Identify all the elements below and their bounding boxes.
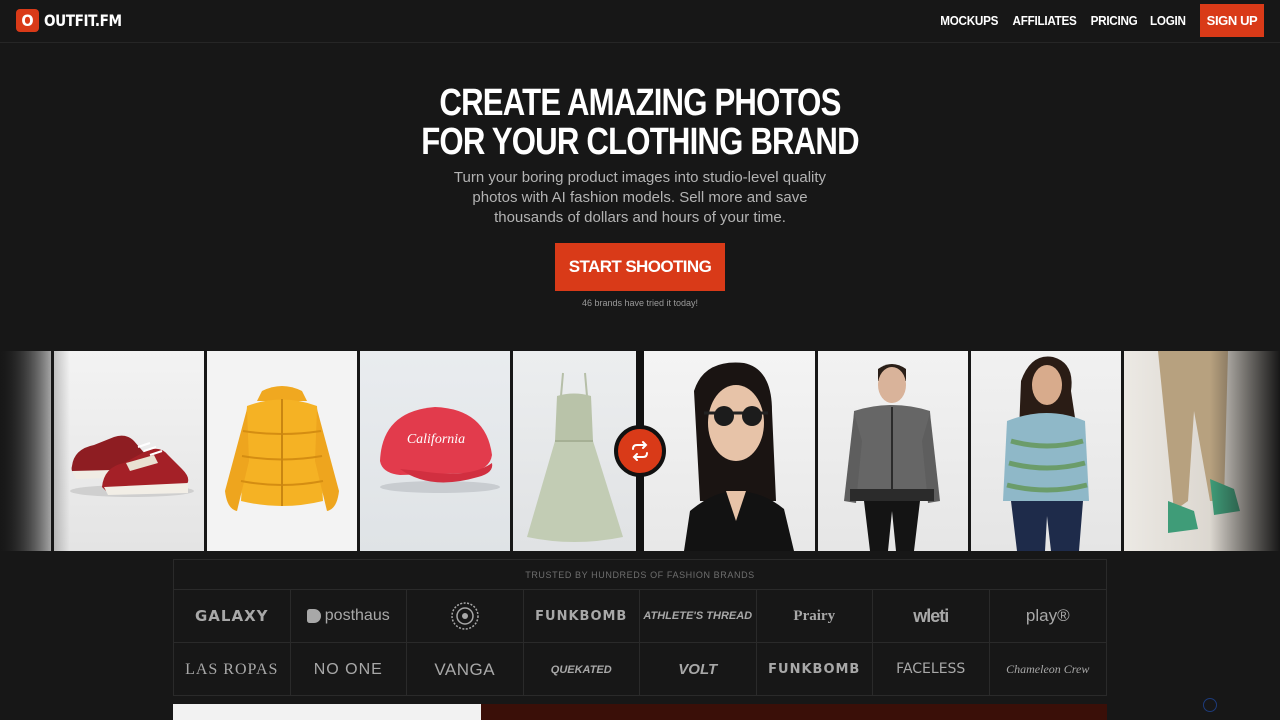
nav-pricing[interactable]: PRICING (1091, 13, 1138, 28)
brands-tried-note: 46 brands have tried it today! (581, 298, 699, 308)
swap-arrows-icon (632, 441, 648, 461)
trusted-brands-section: TRUSTED BY HUNDREDS OF FASHION BRANDS GA… (173, 559, 1107, 696)
product-jacket-image (207, 351, 357, 551)
nav-mockups[interactable]: MOCKUPS (940, 13, 998, 28)
brand-logo-athletes-thread: ATHLETE'S THREAD (640, 590, 757, 643)
nav-links: MOCKUPS AFFILIATES PRICING LOGIN SIGN UP (929, 4, 1264, 37)
model-woman-sweater-image (971, 351, 1121, 551)
top-nav: O OUTFIT.FM MOCKUPS AFFILIATES PRICING L… (0, 0, 1280, 43)
brand-logo-vanga: VANGA (407, 643, 524, 696)
brand-logo-funkbomb-2: FUNKBOMB (757, 643, 873, 696)
brand-logo-volt: VOLT (640, 643, 757, 696)
nav-login[interactable]: LOGIN (1150, 13, 1186, 28)
trusted-title: TRUSTED BY HUNDREDS OF FASHION BRANDS (525, 570, 755, 580)
brand-logo-grid: GALAXY posthaus FUNKBOMB ATHLETE'S THREA… (174, 589, 1106, 696)
brand-logo-posthaus-text: posthaus (324, 607, 390, 624)
hero-title-line2: FOR YOUR CLOTHING BRAND (421, 121, 859, 163)
next-section-panel-right (481, 704, 1107, 720)
brand-logo-funkbomb: FUNKBOMB (523, 590, 640, 643)
brand-logo-no-one: NO ONE (291, 643, 407, 696)
brand-logo-las-ropas: LAS ROPAS (174, 643, 291, 696)
logo-mark: O (16, 9, 39, 32)
cap-text: California (407, 432, 465, 447)
brand-logo-posthaus: posthaus (290, 590, 407, 643)
brand-logo-play: play® (989, 590, 1106, 643)
signup-button[interactable]: SIGN UP (1200, 4, 1264, 37)
brand-logo-chameleon-crew: Chameleon Crew (1006, 662, 1090, 676)
logo-text: OUTFIT.FM (44, 11, 122, 30)
model-woman-blazer-image (644, 351, 815, 551)
brand-logo-emblem (407, 590, 524, 643)
brand-logo-quekated: QUEKATED (524, 643, 640, 696)
hero-title: CREATE AMAZING PHOTOS FOR YOUR CLOTHING … (115, 84, 1165, 162)
logo[interactable]: O OUTFIT.FM (16, 9, 135, 32)
product-cap-image: California (360, 351, 510, 551)
posthaus-mark-icon (306, 609, 321, 623)
hero-subtitle: Turn your boring product images into stu… (453, 169, 827, 226)
model-man-cardigan-image (818, 351, 968, 551)
start-shooting-button[interactable]: START SHOOTING (555, 243, 725, 291)
product-sneakers-image (54, 351, 204, 551)
hero-title-line1: CREATE AMAZING PHOTOS (439, 82, 841, 124)
next-section-image-left (173, 704, 481, 720)
widget-icon[interactable] (1203, 698, 1217, 712)
brand-logo-faceless: FACELESS (873, 643, 990, 696)
brand-logo-wleti: wleti (873, 590, 990, 643)
brand-logo-prairy: Prairy (756, 590, 873, 643)
partial-tile-left (0, 351, 51, 551)
model-man-chinos-image (1124, 351, 1280, 551)
nav-affiliates[interactable]: AFFILIATES (1013, 13, 1077, 28)
swap-arrows-button[interactable] (614, 425, 666, 477)
round-emblem-icon (451, 602, 479, 630)
brand-logo-galaxy: GALAXY (174, 590, 291, 643)
